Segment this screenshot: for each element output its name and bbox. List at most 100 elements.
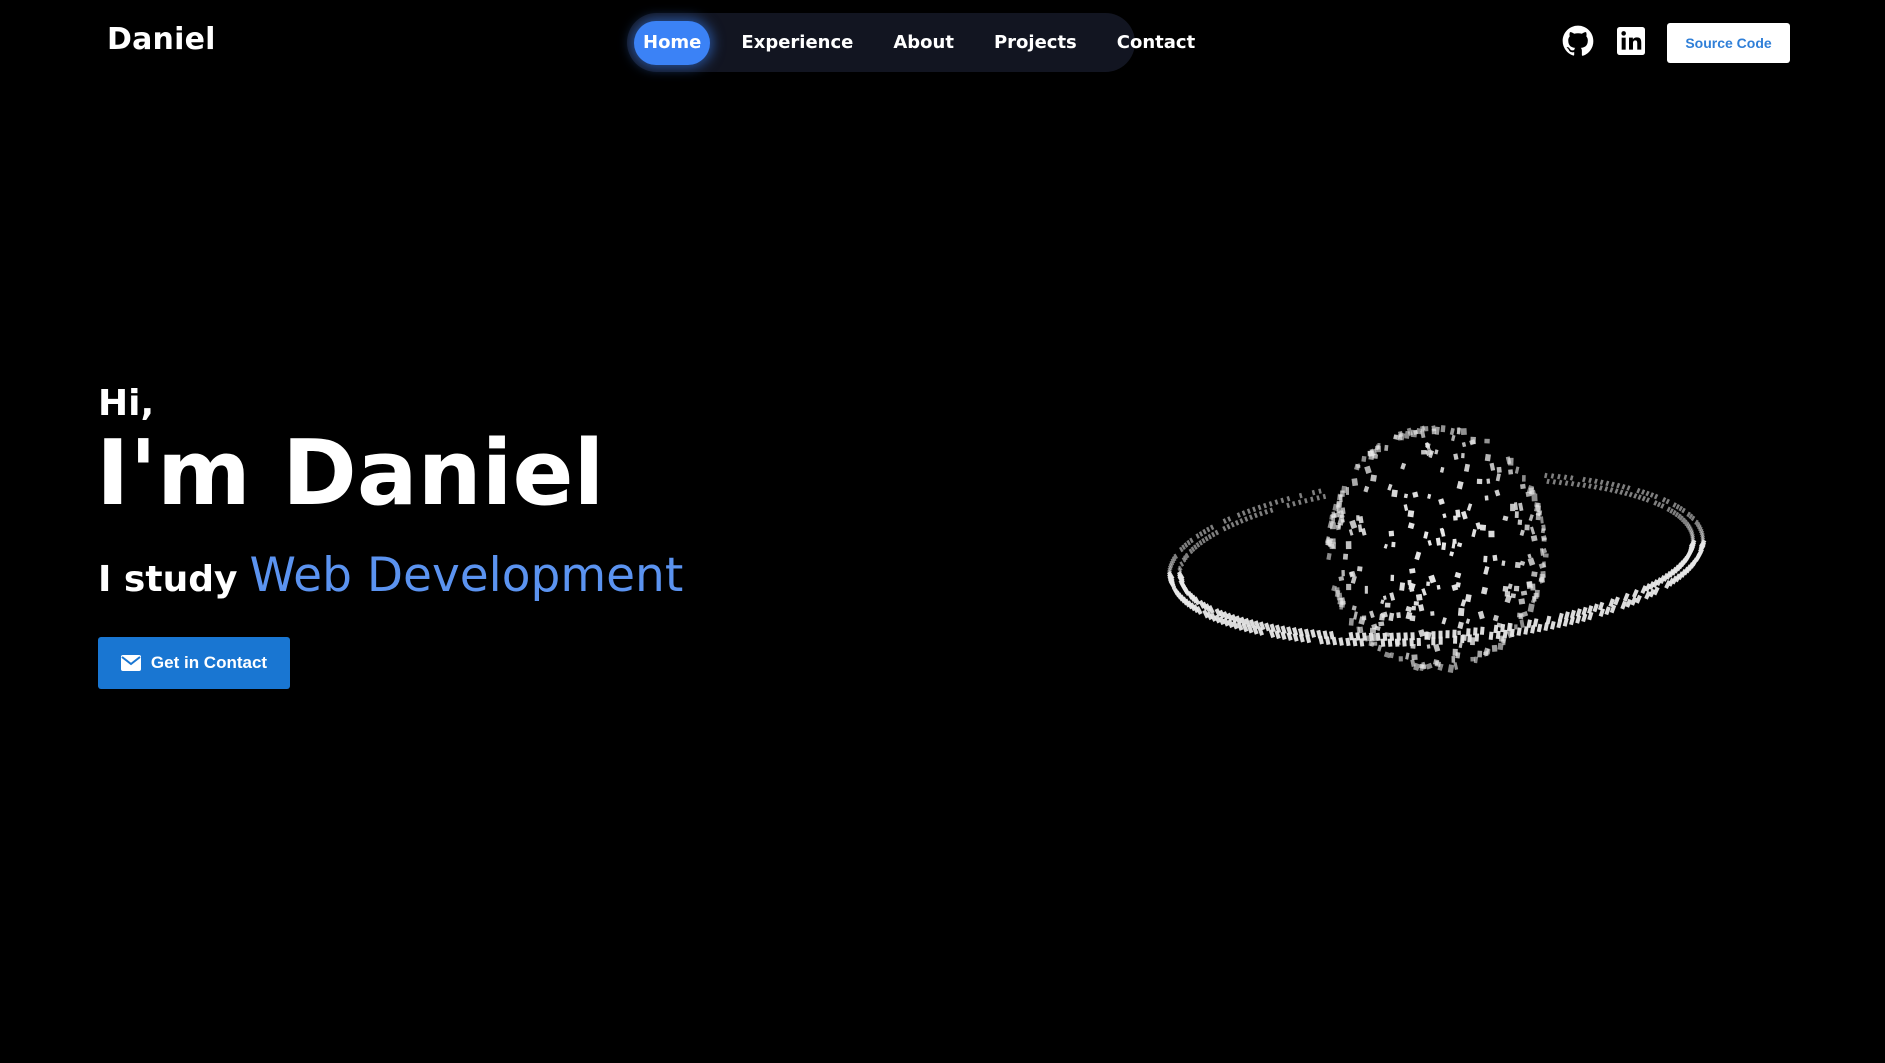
nav-item-home[interactable]: Home (634, 20, 711, 65)
planet-particle (1388, 530, 1395, 537)
ring-particle (1661, 497, 1667, 503)
nav-item-contact[interactable]: Contact (1108, 21, 1204, 65)
ring-particle (1297, 499, 1302, 506)
planet-particle (1514, 624, 1518, 630)
planet-particle (1361, 455, 1367, 462)
planet-particle (1403, 493, 1409, 499)
planet-particle (1514, 561, 1521, 569)
planet-particle (1326, 552, 1332, 561)
get-in-contact-button[interactable]: Get in Contact (98, 637, 290, 689)
planet-particle (1382, 595, 1387, 601)
ring-particle (1338, 637, 1344, 646)
ring-particle (1322, 630, 1329, 640)
brand-logo[interactable]: Daniel (107, 22, 216, 57)
ring-particle (1222, 518, 1227, 524)
linkedin-icon[interactable] (1615, 25, 1647, 57)
planet-particle (1484, 438, 1490, 444)
source-code-button[interactable]: Source Code (1667, 23, 1790, 63)
planet-particle (1405, 605, 1413, 613)
ring-particle (1329, 630, 1335, 640)
planet-particle (1457, 630, 1461, 635)
planet-particle (1526, 581, 1533, 588)
planet-particle (1370, 474, 1377, 482)
planet-particle (1508, 469, 1514, 475)
planet-particle (1326, 539, 1332, 546)
planet-particle (1484, 453, 1491, 462)
planet-particle (1411, 606, 1416, 611)
ring-particle (1257, 504, 1262, 511)
ring-particle (1550, 473, 1555, 479)
planet-particle (1418, 604, 1425, 612)
planet-particle (1409, 568, 1416, 574)
planet-particle (1465, 618, 1471, 625)
planet-particle (1470, 656, 1476, 662)
planet-particle (1483, 566, 1490, 575)
ring-particle (1569, 609, 1576, 619)
planet-particle (1388, 612, 1395, 622)
planet-particle (1527, 557, 1536, 567)
hero-study-line: I study Web Development (98, 548, 683, 603)
ring-particle (1264, 509, 1269, 515)
planet-particle (1414, 551, 1422, 561)
planet-particle (1440, 425, 1446, 433)
planet-particle (1391, 541, 1396, 548)
ring-particle (1488, 631, 1494, 640)
planet-particle (1425, 662, 1433, 670)
ring-particle (1222, 525, 1227, 532)
ring-particle (1653, 493, 1659, 500)
planet-particle (1492, 554, 1498, 562)
planet-particle (1497, 642, 1504, 651)
ring-particle (1624, 490, 1629, 497)
ring-particle (1211, 531, 1216, 538)
linkedin-icon-graphic (1617, 27, 1645, 55)
ring-particle (1604, 606, 1611, 616)
ring-particle (1619, 489, 1624, 495)
planet-particle (1461, 510, 1468, 520)
nav-item-projects[interactable]: Projects (985, 21, 1086, 65)
ring-particle (1570, 480, 1575, 487)
ring-particle (1645, 490, 1650, 497)
planet-particle (1471, 528, 1477, 538)
planet-particle (1348, 529, 1354, 536)
planet-particle (1492, 614, 1499, 622)
ring-particle (1660, 503, 1665, 509)
ring-particle (1389, 632, 1395, 641)
planet-particle (1496, 466, 1502, 473)
planet-particle (1531, 493, 1538, 502)
ring-particle (1304, 628, 1310, 638)
nav-item-experience[interactable]: Experience (732, 21, 862, 65)
planet-particle (1542, 561, 1547, 568)
ring-particle (1526, 619, 1532, 629)
ring-particle (1234, 520, 1240, 526)
planet-particle (1449, 427, 1455, 436)
planet-particle (1442, 513, 1447, 519)
github-icon[interactable] (1562, 25, 1594, 57)
planet-particle (1427, 539, 1432, 546)
nav-item-about[interactable]: About (884, 21, 963, 65)
planet-particle (1372, 641, 1378, 646)
ring-particle (1616, 482, 1621, 489)
hero-greeting: Hi, (98, 383, 155, 424)
planet-particle (1502, 585, 1509, 592)
planet-particle (1407, 579, 1412, 585)
ring-particle (1318, 488, 1322, 494)
ring-particle (1244, 516, 1249, 522)
ring-particle (1575, 608, 1582, 618)
ring-particle (1610, 481, 1615, 488)
planet-particle (1403, 504, 1409, 511)
planet-particle (1384, 602, 1391, 608)
ring-particle (1252, 506, 1257, 513)
ring-particle (1424, 631, 1429, 640)
planet-particle (1451, 656, 1456, 663)
planet-particle (1400, 462, 1407, 470)
planet-particle (1407, 522, 1415, 530)
planet-particle (1466, 503, 1473, 512)
ring-particle (1460, 634, 1465, 644)
planet-particle (1480, 586, 1488, 595)
ring-particle (1258, 510, 1263, 517)
ring-particle (1473, 627, 1478, 636)
planet-particle (1439, 466, 1445, 473)
planet-particle (1477, 610, 1485, 620)
planet-particle (1340, 490, 1345, 497)
ring-particle (1550, 621, 1556, 630)
